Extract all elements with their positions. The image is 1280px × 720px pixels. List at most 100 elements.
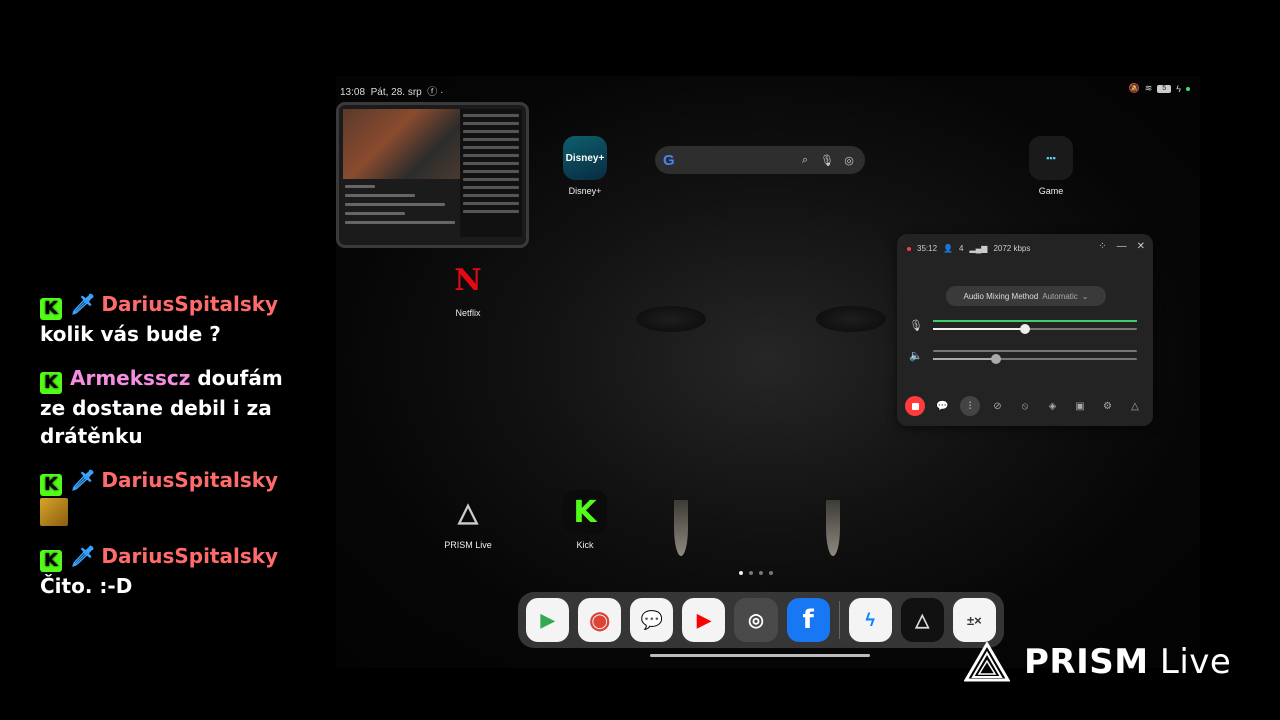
app-label: Kick [576,540,594,550]
kick-badge-icon: K [40,474,62,496]
home-gesture-bar[interactable] [650,654,870,657]
media-volume-slider[interactable]: 🔈 [909,349,1141,365]
prism-live-watermark: PRISM Live [964,642,1231,682]
viewer-count: 4 [959,244,964,253]
media-volume-meter [933,350,1137,352]
sword-badge-icon: 🗡 [70,468,96,492]
page-dot [739,571,743,575]
chat-overlay: K 🗡 DariusSpitalsky kolik vás bude ? K Arme… [40,290,300,616]
wallpaper-eye [816,306,886,332]
status-bar-left: 13:08 Pát, 28. srp ⓕ · [340,83,443,98]
wallpaper-fang [826,500,840,556]
thumbnail-video-preview [343,109,461,179]
kick-badge-icon: K [40,372,62,394]
live-dot-icon [907,246,911,251]
overlay-button[interactable]: ◈ [1043,396,1063,416]
audio-mixer-button[interactable]: ⫶ [960,396,980,416]
play-store-icon[interactable]: ▶ [526,598,570,642]
prism-logo-icon [964,642,1010,682]
chat-message: K Armeksscz doufám ze dostane debil i za … [40,364,300,450]
stop-icon [911,402,919,410]
search-icon[interactable]: ⌕ [797,154,813,167]
chat-button[interactable]: 💬 [933,396,953,416]
page-dot [769,571,773,575]
sliders-icon: ⫶ [968,400,972,412]
close-icon[interactable]: ✕ [1137,241,1145,252]
prism-button[interactable]: △ [1125,396,1145,416]
gear-icon: ⚙ [1103,400,1112,412]
signal-icon: ▂▄▆ [969,244,988,253]
chat-username: DariusSpitalsky [101,292,279,316]
messages-icon[interactable]: 💬 [630,598,674,642]
chat-message: K 🗡 DariusSpitalsky [40,466,300,526]
prism-stream-control-panel[interactable]: 35:12 👤 4 ▂▄▆ 2072 kbps ⁘ — ✕ Audio Mixi… [897,234,1153,426]
media-volume-knob[interactable] [991,354,1002,364]
mixing-label: Audio Mixing Method [963,291,1039,301]
mixing-value: Automatic [1042,291,1078,301]
camera-in-use-indicator [1186,86,1190,91]
app-netflix[interactable]: N Netflix [428,258,508,319]
settings-button[interactable]: ⚙ [1098,396,1118,416]
minimize-icon[interactable]: — [1117,241,1127,252]
status-bar-right: 🔕 ≋ 5 ϟ [1128,83,1190,94]
chat-message: K 🗡 DariusSpitalsky Čito. :-D [40,542,300,600]
prism-logo-icon: △ [1131,400,1139,412]
panel-toolbar: 💬 ⫶ ⊘ ⦸ ◈ ▣ ⚙ △ [905,396,1145,416]
screen-icon: ▣ [1075,400,1085,412]
chat-username: Armeksscz [70,366,191,390]
wallpaper-fang [674,500,688,556]
app-disney-plus[interactable]: Disney+ Disney+ [545,136,625,196]
app-kick[interactable]: K Kick [545,490,625,550]
game-folder-icon: ▪▪▪ [1029,136,1073,180]
app-label: Game [1038,186,1064,196]
messenger-icon[interactable]: ϟ [848,598,892,642]
stop-stream-button[interactable] [905,396,925,416]
google-search-bar[interactable]: G ⌕ 🎙 ◎ [655,146,865,174]
more-notifications-icon: · [440,87,444,98]
chrome-icon[interactable]: ◉ [578,598,622,642]
facebook-icon[interactable]: f [786,598,830,642]
prism-live-dock-icon[interactable]: △ [900,598,944,642]
recent-app-thumbnail[interactable] [336,102,529,248]
chat-text: kolik vás bude ? [40,322,221,346]
page-dot [759,571,763,575]
calculator-icon[interactable]: ±× [952,598,996,642]
screen-button[interactable]: ▣ [1070,396,1090,416]
panel-window-controls: ⁘ — ✕ [1098,241,1145,252]
dock-separator [838,601,840,639]
microphone-icon[interactable]: 🎙 [819,154,835,167]
emote-icon [40,497,68,526]
chat-username: DariusSpitalsky [101,543,279,568]
thumbnail-chat-preview [460,109,522,237]
battery-icon: 5 [1157,84,1172,93]
camera-icon[interactable]: ◎ [734,598,778,642]
lens-icon[interactable]: ◎ [841,154,857,167]
bitrate: 2072 kbps [993,244,1031,253]
mic-volume-knob[interactable] [1019,324,1030,334]
privacy-button[interactable]: ⦸ [1015,396,1035,416]
facebook-notification-icon: ⓕ [427,87,438,98]
layers-icon: ◈ [1048,400,1057,412]
microphone-icon: 🎙 [909,320,923,332]
audio-mixing-method-dropdown[interactable]: Audio Mixing Method Automatic ⌄ [946,286,1106,306]
wifi-icon: ≋ [1144,83,1153,93]
chevron-down-icon: ⌄ [1081,291,1089,301]
app-prism-live[interactable]: △ PRISM Live [428,490,508,551]
kick-badge-icon: K [40,549,62,572]
mic-volume-track [933,324,1137,334]
mic-volume-slider[interactable]: 🎙 [909,319,1141,335]
page-indicator [739,571,773,575]
sword-badge-icon: 🗡 [70,292,96,316]
viewers-icon: 👤 [943,244,953,253]
chat-message: K 🗡 DariusSpitalsky kolik vás bude ? [40,290,300,348]
youtube-icon[interactable]: ▶ [682,598,726,642]
tablet-home-screen: 13:08 Pát, 28. srp ⓕ · 🔕 ≋ 5 ϟ Disney+ D… [336,76,1200,668]
grid-icon[interactable]: ⁘ [1098,241,1106,252]
mute-icon: 🔕 [1128,83,1140,93]
mic-volume-meter [933,320,1137,322]
app-game-folder[interactable]: ▪▪▪ Game [1011,136,1091,196]
mic-level-meter-fill [933,320,1137,322]
camera-off-button[interactable]: ⊘ [988,396,1008,416]
media-volume-fill [933,358,997,360]
prism-live-icon: △ [458,496,478,527]
